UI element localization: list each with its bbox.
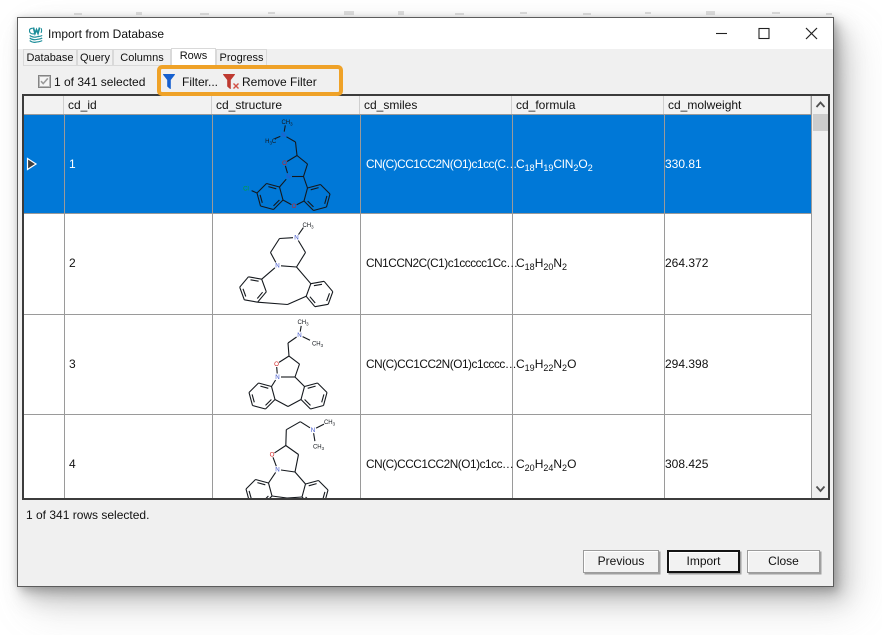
svg-text:O: O <box>292 203 297 210</box>
svg-text:N: N <box>294 235 298 242</box>
svg-text:O: O <box>282 160 287 167</box>
svg-text:N: N <box>275 263 279 270</box>
svg-text:CH3: CH3 <box>313 444 325 451</box>
svg-text:C: C <box>272 139 277 145</box>
svg-text:O: O <box>274 361 279 368</box>
svg-text:Cl: Cl <box>243 186 249 193</box>
svg-text:CH3: CH3 <box>281 120 293 127</box>
svg-text:N: N <box>275 374 279 381</box>
svg-text:N: N <box>275 466 279 473</box>
svg-text:N: N <box>311 426 315 433</box>
svg-text:N: N <box>297 332 301 339</box>
svg-text:N: N <box>281 132 285 139</box>
svg-text:CH3: CH3 <box>302 223 314 230</box>
svg-text:CH3: CH3 <box>297 320 309 327</box>
svg-text:CH3: CH3 <box>312 341 324 348</box>
svg-text:CH3: CH3 <box>324 420 336 427</box>
svg-text:N: N <box>286 174 290 181</box>
svg-text:O: O <box>270 451 275 458</box>
